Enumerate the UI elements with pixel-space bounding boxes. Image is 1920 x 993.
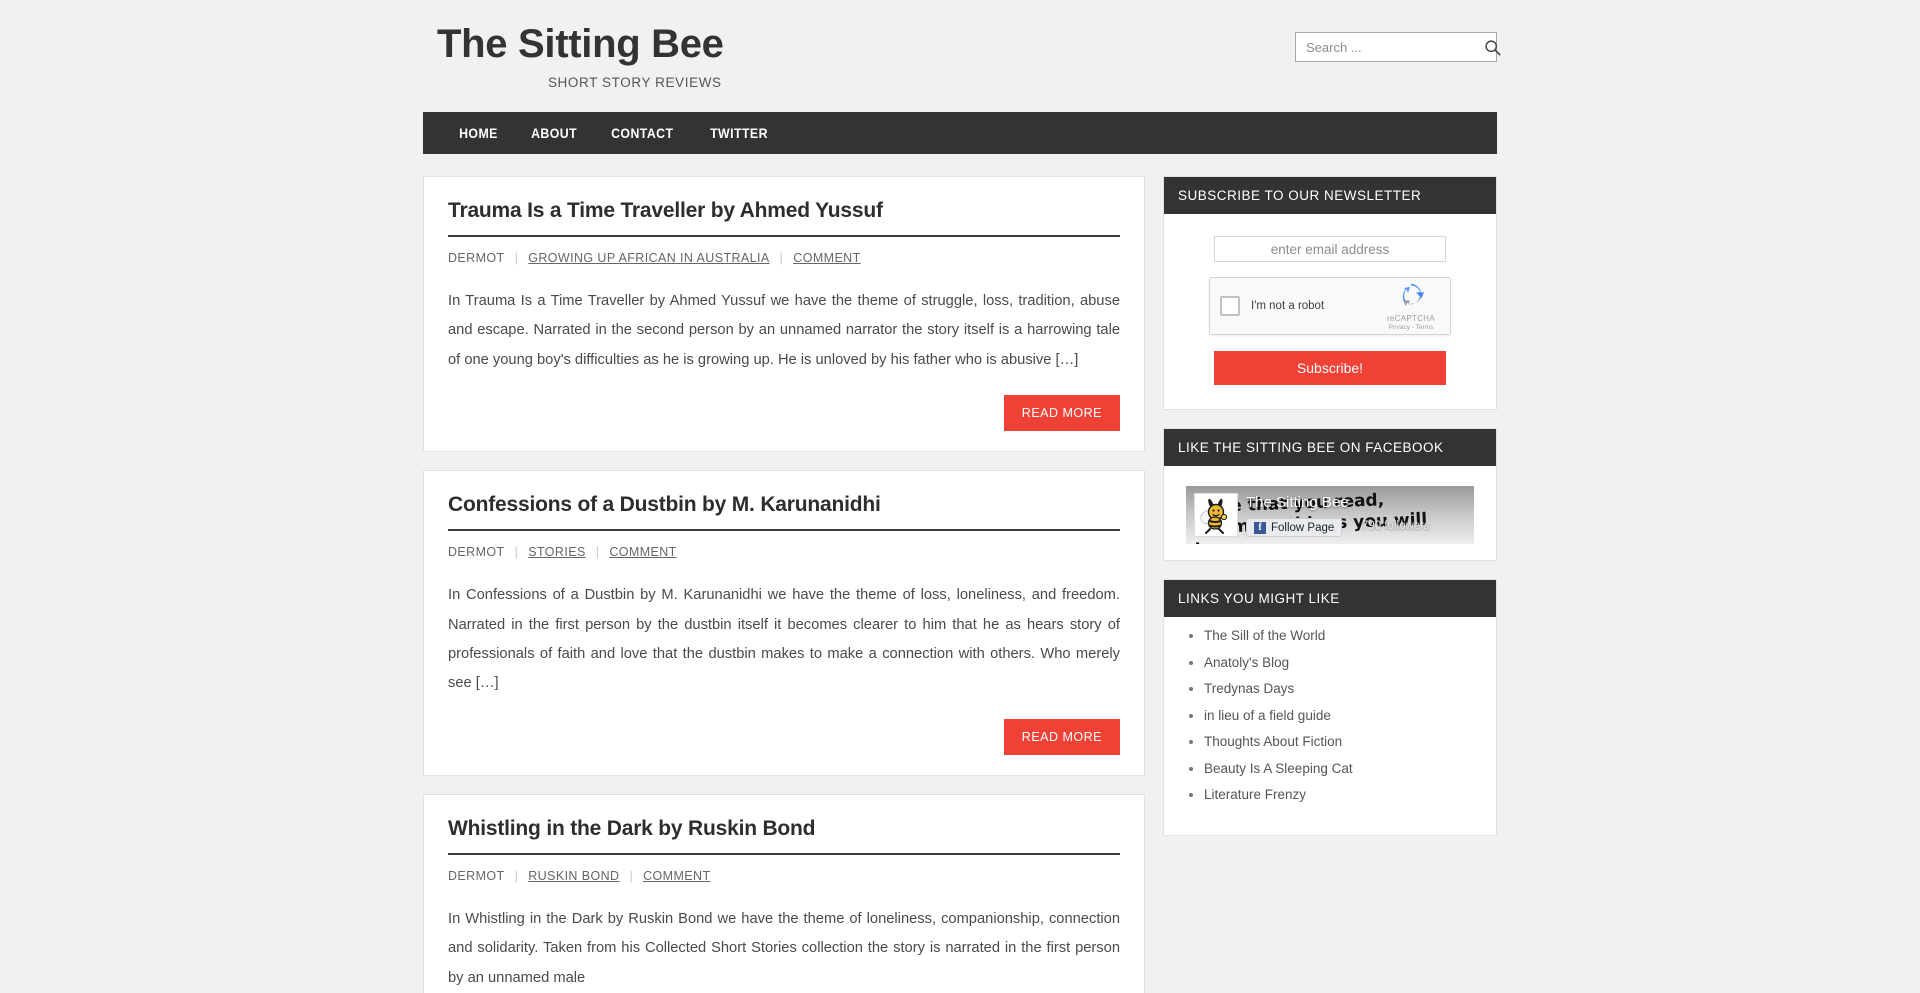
- post-category-link[interactable]: RUSKIN BOND: [528, 869, 619, 883]
- search-button[interactable]: [1484, 37, 1501, 57]
- main-navigation: HOME ABOUT CONTACT TWITTER: [423, 112, 1497, 154]
- recaptcha-branding: reCAPTCHA Privacy - Terms: [1382, 282, 1440, 331]
- post-list: Trauma Is a Time Traveller by Ahmed Yuss…: [423, 176, 1145, 993]
- facebook-follow-label: Follow Page: [1271, 521, 1335, 534]
- post-meta: DERMOT | GROWING UP AFRICAN IN AUSTRALIA…: [448, 249, 1120, 265]
- post-title[interactable]: Whistling in the Dark by Ruskin Bond: [448, 817, 1120, 855]
- search-form[interactable]: [1295, 32, 1501, 62]
- post-comment-link[interactable]: COMMENT: [793, 251, 860, 265]
- post-card: Trauma Is a Time Traveller by Ahmed Yuss…: [423, 176, 1145, 453]
- read-more-row: READ MORE: [448, 395, 1120, 432]
- facebook-follower-count: 790 followers: [1362, 520, 1430, 532]
- subscribe-button[interactable]: Subscribe!: [1214, 351, 1446, 385]
- blogroll-link[interactable]: Tredynas Days: [1204, 681, 1294, 696]
- post-comment-link[interactable]: COMMENT: [643, 869, 710, 883]
- facebook-page-avatar: [1194, 493, 1238, 537]
- nav-item-home[interactable]: HOME: [445, 125, 512, 141]
- widget-links: LINKS YOU MIGHT LIKE The Sill of the Wor…: [1163, 579, 1497, 836]
- post-author: DERMOT: [448, 545, 505, 560]
- list-item[interactable]: Literature Frenzy: [1204, 788, 1482, 802]
- post-author: DERMOT: [448, 868, 505, 883]
- blogroll-link[interactable]: Thoughts About Fiction: [1204, 734, 1342, 749]
- blogroll-link[interactable]: Anatoly's Blog: [1204, 655, 1289, 670]
- list-item[interactable]: The Sill of the World: [1204, 629, 1482, 643]
- newsletter-body: I'm not a robot reCAPTCHA Privacy - Term…: [1178, 214, 1482, 395]
- blogroll-link[interactable]: Beauty Is A Sleeping Cat: [1204, 761, 1353, 776]
- read-more-button[interactable]: READ MORE: [1003, 395, 1120, 432]
- post-comment-link[interactable]: COMMENT: [609, 545, 676, 559]
- post-meta: DERMOT | STORIES | COMMENT: [448, 543, 1120, 559]
- blogroll-link[interactable]: Literature Frenzy: [1204, 787, 1306, 802]
- content-area: Trauma Is a Time Traveller by Ahmed Yuss…: [423, 176, 1497, 993]
- post-category-link[interactable]: GROWING UP AFRICAN IN AUSTRALIA: [528, 251, 769, 265]
- recaptcha-checkbox[interactable]: [1220, 296, 1240, 316]
- blogroll-link[interactable]: in lieu of a field guide: [1204, 708, 1331, 723]
- recaptcha-icon: [1402, 283, 1424, 306]
- search-icon: [1485, 39, 1501, 56]
- meta-separator: |: [779, 251, 784, 265]
- bee-mascot-icon: [1200, 498, 1228, 534]
- widget-facebook-title: LIKE THE SITTING BEE ON FACEBOOK: [1164, 429, 1496, 466]
- post-title[interactable]: Confessions of a Dustbin by M. Karunanid…: [448, 493, 1120, 532]
- meta-separator: |: [514, 868, 519, 883]
- post-category-link[interactable]: STORIES: [528, 545, 585, 559]
- facebook-logo-icon: f: [1254, 521, 1266, 534]
- meta-separator: |: [514, 251, 519, 265]
- post-card: Confessions of a Dustbin by M. Karunanid…: [423, 470, 1145, 776]
- widget-newsletter: SUBSCRIBE TO OUR NEWSLETTER I'm not a ro…: [1163, 176, 1497, 410]
- sidebar: SUBSCRIBE TO OUR NEWSLETTER I'm not a ro…: [1163, 176, 1497, 854]
- post-meta: DERMOT | RUSKIN BOND | COMMENT: [448, 867, 1120, 883]
- recaptcha-terms[interactable]: Privacy - Terms: [1382, 324, 1440, 331]
- nav-container: HOME ABOUT CONTACT TWITTER: [423, 112, 1497, 154]
- list-item[interactable]: Tredynas Days: [1204, 682, 1482, 696]
- recaptcha-brand-text: reCAPTCHA: [1386, 313, 1436, 323]
- facebook-page-name: The Sitting Bee: [1246, 494, 1349, 511]
- read-more-row: READ MORE: [448, 718, 1120, 755]
- list-item[interactable]: Anatoly's Blog: [1204, 655, 1482, 670]
- email-input[interactable]: [1214, 236, 1446, 262]
- nav-item-contact[interactable]: CONTACT: [597, 125, 688, 141]
- blogroll-list: The Sill of the World Anatoly's Blog Tre…: [1178, 617, 1482, 821]
- branding: The Sitting Bee SHORT STORY REVIEWS: [423, 22, 724, 90]
- recaptcha-label: I'm not a robot: [1251, 300, 1325, 312]
- post-excerpt: In Confessions of a Dustbin by M. Karuna…: [448, 587, 1120, 692]
- widget-links-title: LINKS YOU MIGHT LIKE: [1164, 580, 1496, 617]
- site-tagline: SHORT STORY REVIEWS: [547, 75, 722, 90]
- widget-facebook: LIKE THE SITTING BEE ON FACEBOOK More th…: [1163, 428, 1497, 561]
- site-title: The Sitting Bee: [437, 22, 724, 66]
- meta-separator: |: [629, 868, 634, 883]
- facebook-page-plugin[interactable]: More that you read, the more things you …: [1186, 486, 1474, 544]
- post-excerpt: In Trauma Is a Time Traveller by Ahmed Y…: [448, 293, 1120, 368]
- meta-separator: |: [595, 545, 600, 560]
- search-input[interactable]: [1304, 38, 1484, 56]
- post-title[interactable]: Trauma Is a Time Traveller by Ahmed Yuss…: [448, 199, 1120, 237]
- nav-item-twitter[interactable]: TWITTER: [696, 125, 782, 141]
- list-item[interactable]: Beauty Is A Sleeping Cat: [1204, 761, 1482, 776]
- post-card: Whistling in the Dark by Ruskin Bond DER…: [423, 793, 1145, 993]
- nav-item-about[interactable]: ABOUT: [517, 125, 591, 141]
- recaptcha-widget[interactable]: I'm not a robot reCAPTCHA Privacy - Term…: [1209, 277, 1451, 335]
- list-item[interactable]: Thoughts About Fiction: [1204, 735, 1482, 749]
- widget-newsletter-title: SUBSCRIBE TO OUR NEWSLETTER: [1164, 177, 1496, 214]
- meta-separator: |: [514, 545, 519, 560]
- facebook-follow-button[interactable]: f Follow Page: [1246, 518, 1343, 537]
- list-item[interactable]: in lieu of a field guide: [1204, 708, 1482, 723]
- post-author: DERMOT: [448, 251, 505, 265]
- page-root: The Sitting Bee SHORT STORY REVIEWS HOME…: [0, 0, 1920, 993]
- site-header: The Sitting Bee SHORT STORY REVIEWS: [423, 0, 1501, 90]
- post-excerpt: In Whistling in the Dark by Ruskin Bond …: [448, 910, 1120, 986]
- blogroll-link[interactable]: The Sill of the World: [1204, 628, 1325, 643]
- read-more-button[interactable]: READ MORE: [1003, 718, 1120, 755]
